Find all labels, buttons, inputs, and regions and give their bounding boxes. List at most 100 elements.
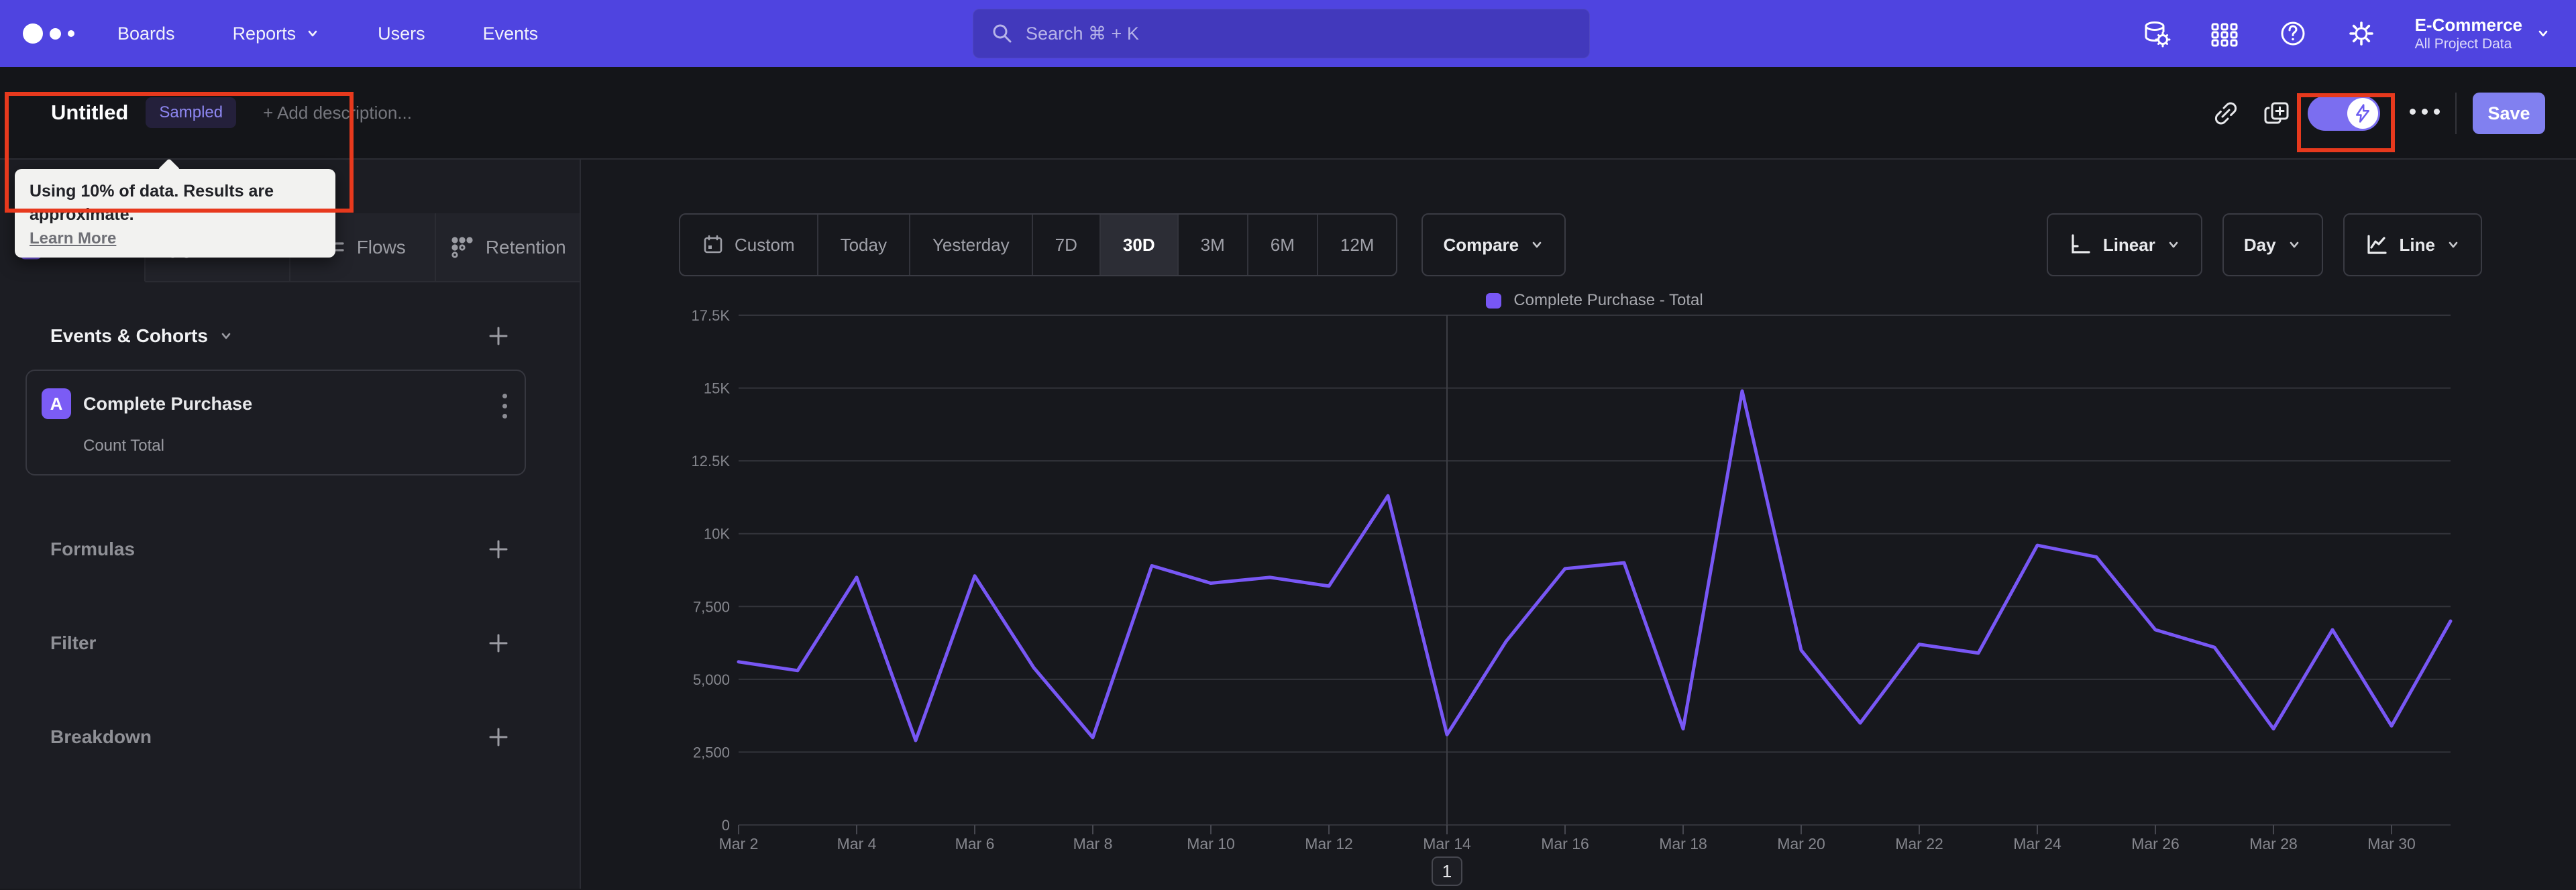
svg-text:1: 1 [1442,861,1452,881]
formulas-label: Formulas [50,539,136,559]
mixpanel-logo-icon[interactable] [23,23,74,44]
save-button[interactable]: Save [2473,93,2545,134]
svg-text:Mar 12: Mar 12 [1305,835,1353,852]
svg-text:Mar 18: Mar 18 [1659,835,1707,852]
chart-type-dropdown[interactable]: Line [2343,213,2482,276]
svg-text:17.5K: 17.5K [692,307,731,324]
svg-text:Mar 2: Mar 2 [719,835,759,852]
date-range-3m[interactable]: 3M [1179,215,1248,275]
svg-text:2,500: 2,500 [693,744,730,761]
add-filter-icon[interactable] [487,632,510,655]
events-cohorts-label[interactable]: Events & Cohorts [50,325,233,347]
svg-text:Mar 26: Mar 26 [2131,835,2180,852]
filter-label: Filter [50,632,97,653]
date-range-30d[interactable]: 30D [1100,215,1179,275]
series-letter-badge: A [42,388,71,419]
divider [2455,93,2457,134]
report-title-bar: Untitled Sampled + Add description... Sa… [0,67,2576,160]
nav-users-label: Users [378,23,425,44]
interval-dropdown[interactable]: Day [2222,213,2323,276]
nav-reports-label: Reports [232,23,297,44]
add-to-board-icon[interactable] [2262,99,2292,128]
svg-text:Mar 20: Mar 20 [1777,835,1825,852]
chevron-down-icon [2449,241,2458,248]
add-description-field[interactable]: + Add description... [263,103,412,123]
date-range-12m[interactable]: 12M [1318,215,1397,275]
learn-more-link[interactable]: Learn More [30,229,116,248]
scale-dropdown[interactable]: Linear [2046,213,2202,276]
chevron-down-icon [221,333,231,339]
breakdown-label: Breakdown [50,726,152,747]
events-cohorts-header: Events & Cohorts [0,320,580,352]
project-scope: All Project Data [2414,36,2512,52]
project-switcher[interactable]: E-Commerce All Project Data [2415,15,2551,52]
svg-text:15K: 15K [704,380,730,397]
tab-retention[interactable]: Retention [435,213,580,282]
event-metric[interactable]: Count Total [83,437,508,455]
compare-dropdown[interactable]: Compare [1421,213,1566,276]
data-management-icon[interactable] [2141,19,2171,48]
chevron-down-icon [2169,241,2178,248]
top-nav-bar: Boards Reports Users Events Search ⌘ + K [0,0,2576,67]
sampling-tooltip: Using 10% of data. Results are approxima… [15,169,335,258]
sampling-toggle[interactable] [2308,96,2380,131]
help-icon[interactable] [2278,19,2308,48]
svg-text:Mar 6: Mar 6 [955,835,995,852]
chevron-down-icon [2538,30,2548,37]
chart-panel: Custom Today Yesterday 7D 30D 3M 6M 12M … [581,160,2576,889]
more-options-icon[interactable] [2410,109,2440,115]
primary-nav: Boards Reports Users Events [117,23,538,44]
chart-controls: Custom Today Yesterday 7D 30D 3M 6M 12M … [679,213,2482,276]
svg-text:Mar 22: Mar 22 [1895,835,1943,852]
svg-text:12.5K: 12.5K [692,453,731,469]
annotation-marker-1[interactable]: 1 [1432,856,1462,886]
lightning-bolt-icon [2356,104,2369,123]
apps-grid-icon[interactable] [2210,19,2239,48]
date-range-7d[interactable]: 7D [1033,215,1101,275]
chevron-down-icon [1532,241,1542,248]
line-chart-icon [2367,235,2387,254]
event-name: Complete Purchase [83,393,253,414]
linear-axis-icon [2072,234,2090,254]
formulas-section: Formulas [0,533,580,565]
nav-events[interactable]: Events [483,23,539,44]
chevron-down-icon [2290,241,2298,248]
date-range-6m[interactable]: 6M [1248,215,1318,275]
tooltip-text: Using 10% of data. Results are approxima… [30,182,274,224]
tab-retention-label: Retention [485,236,566,258]
add-breakdown-icon[interactable] [487,726,510,748]
svg-text:7,500: 7,500 [693,598,730,615]
sampled-badge[interactable]: Sampled [146,97,237,128]
query-builder-sidebar: Insights Funnels [0,160,581,889]
nav-events-label: Events [482,23,539,44]
svg-text:Mar 16: Mar 16 [1541,835,1589,852]
nav-reports[interactable]: Reports [233,23,321,44]
svg-text:Mar 4: Mar 4 [837,835,877,852]
project-name: E-Commerce [2414,15,2522,36]
date-range-segmented-control: Custom Today Yesterday 7D 30D 3M 6M 12M [679,213,1398,276]
date-range-today[interactable]: Today [818,215,910,275]
search-icon [993,24,1012,43]
nav-boards[interactable]: Boards [117,23,175,44]
date-range-yesterday[interactable]: Yesterday [910,215,1033,275]
breakdown-section: Breakdown [0,721,580,753]
svg-text:Mar 28: Mar 28 [2249,835,2298,852]
add-formula-icon[interactable] [487,538,510,561]
tab-flows-label: Flows [356,236,406,258]
date-range-custom[interactable]: Custom [680,215,818,275]
search-input[interactable]: Search ⌘ + K [973,9,1590,58]
svg-text:Mar 14: Mar 14 [1423,835,1471,852]
mixpanel-insights-app: Boards Reports Users Events Search ⌘ + K [0,0,2576,890]
add-event-icon[interactable] [487,325,510,347]
copy-link-icon[interactable] [2211,99,2241,128]
retention-dots-icon [451,236,473,258]
svg-text:Mar 24: Mar 24 [2013,835,2061,852]
event-options-kebab-icon[interactable] [502,394,507,419]
content: Insights Funnels [0,160,2576,889]
chevron-down-icon [308,30,317,37]
event-card-complete-purchase[interactable]: A Complete Purchase Count Total [25,370,526,476]
topbar-right: E-Commerce All Project Data [2141,0,2551,67]
report-title[interactable]: Untitled [51,101,128,125]
settings-gear-icon[interactable] [2347,19,2376,48]
nav-users[interactable]: Users [378,23,425,44]
